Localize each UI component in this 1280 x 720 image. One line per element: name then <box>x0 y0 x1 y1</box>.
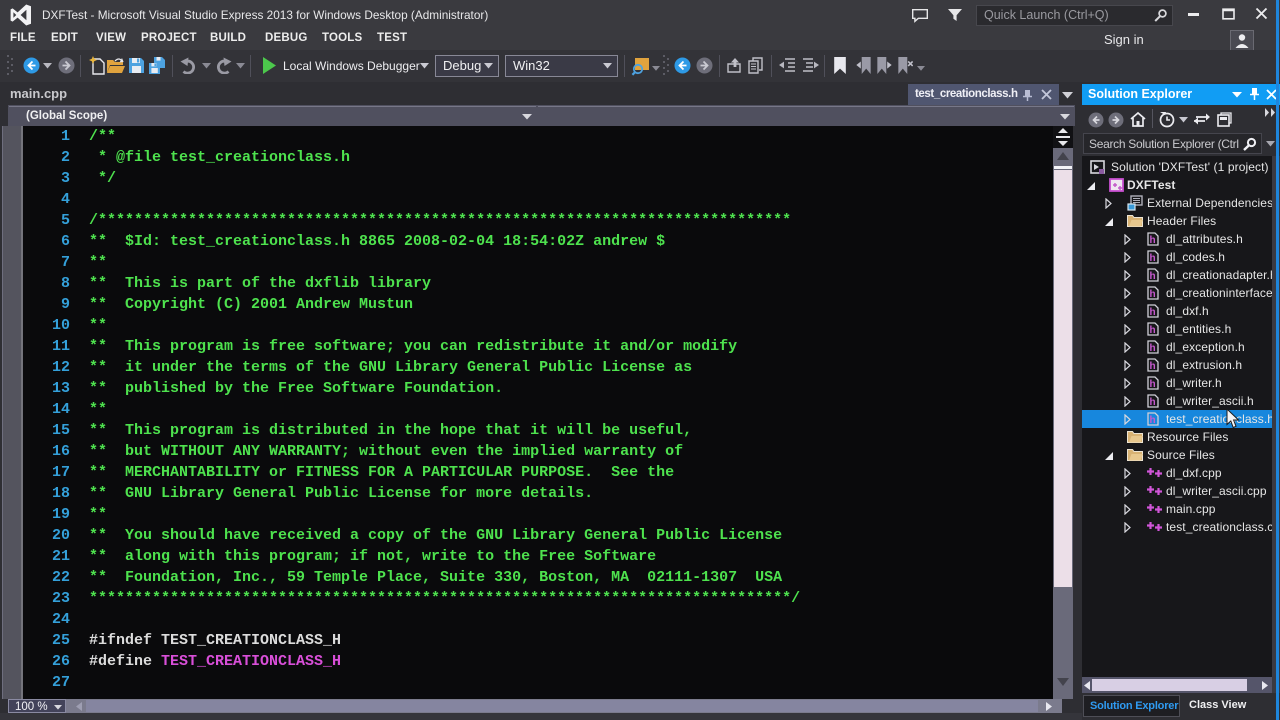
svg-text:h: h <box>1150 343 1156 354</box>
svg-text:h: h <box>1150 307 1156 318</box>
svg-text:h: h <box>1150 289 1156 300</box>
svg-text:h: h <box>1150 361 1156 372</box>
svg-text:h: h <box>1150 271 1156 282</box>
svg-text:h: h <box>1150 397 1156 408</box>
svg-text:h: h <box>1150 235 1156 246</box>
svg-text:h: h <box>1150 379 1156 390</box>
svg-text:h: h <box>1150 253 1156 264</box>
svg-text:h: h <box>1150 325 1156 336</box>
svg-text:h: h <box>1150 415 1156 426</box>
